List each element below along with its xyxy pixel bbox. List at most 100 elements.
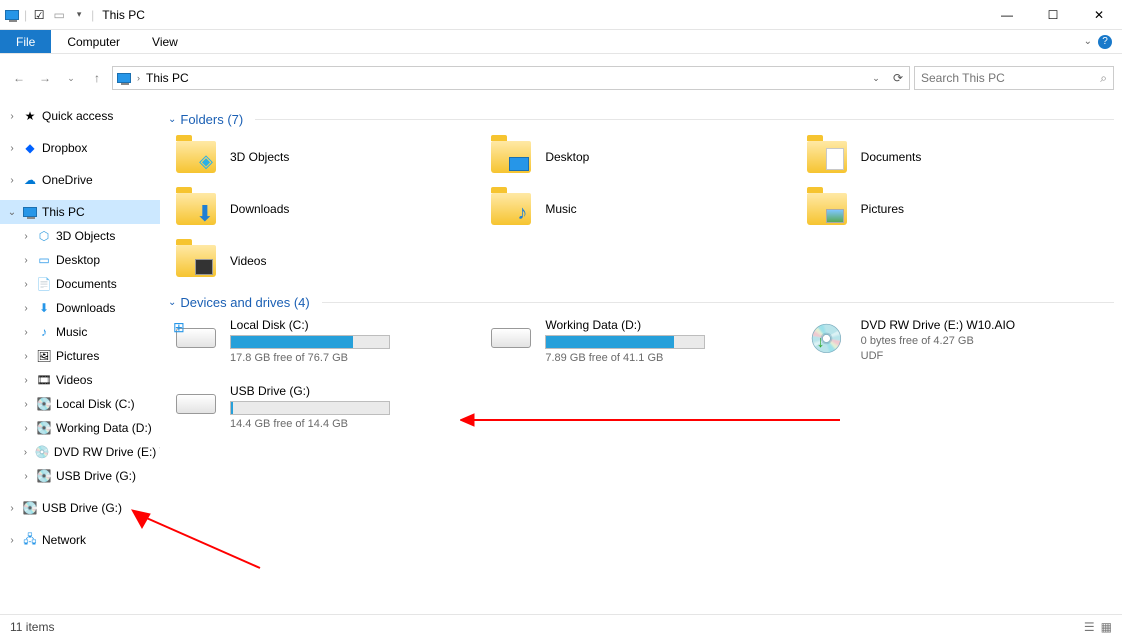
sidebar-item-usb-drive-g-inner[interactable]: ›💽USB Drive (G:) [0,464,160,488]
qat-separator-2: | [91,8,94,22]
folder-label: Pictures [861,202,904,216]
chevron-down-icon: ⌄ [168,114,176,125]
window-title: This PC [102,8,145,22]
breadcrumb-sep: › [137,73,140,83]
folder-videos[interactable]: Videos [168,235,483,287]
drive-usage-bar [230,401,390,415]
drive-free-text: 7.89 GB free of 41.1 GB [545,352,705,364]
folder-documents[interactable]: Documents [799,131,1114,183]
drive-icon [491,328,531,348]
drive-working-data-d[interactable]: Working Data (D:) 7.89 GB free of 41.1 G… [483,314,798,368]
drive-name: USB Drive (G:) [230,384,390,398]
usb-icon: 💽 [36,468,52,484]
view-tiles-button[interactable]: ▦ [1101,620,1112,634]
disc-icon: 💿 [35,444,50,460]
sidebar-item-3d-objects[interactable]: ›⬡3D Objects [0,224,160,248]
status-item-count: 11 items [10,620,54,634]
sidebar-item-network[interactable]: ›🖧Network [0,528,160,552]
dropbox-icon: ◆ [22,140,38,156]
address-dropdown-icon[interactable]: ⌄ [865,67,887,89]
sidebar-item-local-disk-c[interactable]: ›💽Local Disk (C:) [0,392,160,416]
tab-view[interactable]: View [136,30,194,53]
sidebar-item-documents[interactable]: ›📄Documents [0,272,160,296]
qat-customize-icon[interactable] [71,7,87,23]
drive-fs-text: UDF [861,350,1015,362]
sidebar-item-onedrive[interactable]: ›☁OneDrive [0,168,160,192]
qat-properties-icon[interactable]: ☑ [31,7,47,23]
nav-recent-button[interactable]: ⌄ [60,67,82,89]
folder-label: Desktop [545,150,589,164]
sidebar-item-desktop[interactable]: ›▭Desktop [0,248,160,272]
tab-file[interactable]: File [0,30,51,53]
sidebar-item-dvd-drive-e[interactable]: ›💿DVD RW Drive (E:) W [0,440,160,464]
qat-separator: | [24,8,27,22]
drive-free-text: 0 bytes free of 4.27 GB [861,335,1015,347]
sidebar-item-this-pc[interactable]: ⌄This PC [0,200,160,224]
drive-dvd-e[interactable]: 💿↓ DVD RW Drive (E:) W10.AIO 0 bytes fre… [799,314,1114,368]
usb-icon: 💽 [22,500,38,516]
search-icon[interactable]: ⌕ [1100,71,1107,86]
drive-usage-bar [230,335,390,349]
video-icon: 🎞 [36,372,52,388]
drive-name: DVD RW Drive (E:) W10.AIO [861,318,1015,332]
folder-label: 3D Objects [230,150,289,164]
sidebar-item-music[interactable]: ›♪Music [0,320,160,344]
window-icon [4,7,20,23]
star-icon: ★ [22,108,38,124]
sidebar-item-videos[interactable]: ›🎞Videos [0,368,160,392]
tab-computer[interactable]: Computer [51,30,136,53]
download-icon: ⬇ [36,300,52,316]
network-icon: 🖧 [22,532,38,548]
drive-name: Local Disk (C:) [230,318,390,332]
drive-usage-bar [545,335,705,349]
folder-label: Downloads [230,202,289,216]
close-button[interactable]: ✕ [1076,0,1122,30]
usb-icon [176,394,216,414]
folder-label: Videos [230,254,266,268]
chevron-down-icon: ⌄ [168,297,176,308]
group-header-drives[interactable]: ⌄ Devices and drives (4) [168,287,1114,314]
sidebar-item-downloads[interactable]: ›⬇Downloads [0,296,160,320]
drive-usb-g[interactable]: USB Drive (G:) 14.4 GB free of 14.4 GB [168,380,483,434]
music-icon: ♪ [36,324,52,340]
sidebar-item-quick-access[interactable]: ›★Quick access [0,104,160,128]
minimize-button[interactable]: ― [984,0,1030,30]
address-icon [117,73,131,83]
folder-music[interactable]: ♪Music [483,183,798,235]
navigation-pane: ›★Quick access ›◆Dropbox ›☁OneDrive ⌄Thi… [0,96,160,614]
nav-back-button[interactable]: ← [8,67,30,89]
address-bar[interactable]: › This PC ⌄ ⟳ [112,66,910,90]
maximize-button[interactable]: ☐ [1030,0,1076,30]
pc-icon [22,204,38,220]
view-details-button[interactable]: ☰ [1084,620,1095,634]
folder-downloads[interactable]: ⬇Downloads [168,183,483,235]
content-pane: ⌄ Folders (7) ◈3D Objects Desktop Docume… [160,96,1122,614]
search-input[interactable] [921,71,1100,85]
refresh-button[interactable]: ⟳ [887,67,909,89]
document-icon: 📄 [36,276,52,292]
drive-name: Working Data (D:) [545,318,705,332]
nav-up-button[interactable]: ↑ [86,67,108,89]
disc-icon: 💿 [809,322,844,355]
sidebar-item-usb-drive-g[interactable]: ›💽USB Drive (G:) [0,496,160,520]
nav-forward-button[interactable]: → [34,67,56,89]
qat-newfolder-icon[interactable]: ▭ [51,7,67,23]
drive-free-text: 17.8 GB free of 76.7 GB [230,352,390,364]
sidebar-item-working-data-d[interactable]: ›💽Working Data (D:) [0,416,160,440]
cloud-icon: ☁ [22,172,38,188]
picture-icon: 🖼 [36,348,52,364]
folder-desktop[interactable]: Desktop [483,131,798,183]
folder-pictures[interactable]: Pictures [799,183,1114,235]
help-icon[interactable]: ? [1098,35,1112,49]
sidebar-item-dropbox[interactable]: ›◆Dropbox [0,136,160,160]
drive-icon: 💽 [36,396,52,412]
drive-local-c[interactable]: ⊞ Local Disk (C:) 17.8 GB free of 76.7 G… [168,314,483,368]
sidebar-item-pictures[interactable]: ›🖼Pictures [0,344,160,368]
ribbon-expand-icon[interactable]: ⌄ [1084,36,1092,47]
group-header-folders[interactable]: ⌄ Folders (7) [168,104,1114,131]
drive-icon: 💽 [36,420,52,436]
folder-3d-objects[interactable]: ◈3D Objects [168,131,483,183]
breadcrumb[interactable]: This PC [146,71,189,85]
cube-icon: ⬡ [36,228,52,244]
folder-label: Documents [861,150,922,164]
